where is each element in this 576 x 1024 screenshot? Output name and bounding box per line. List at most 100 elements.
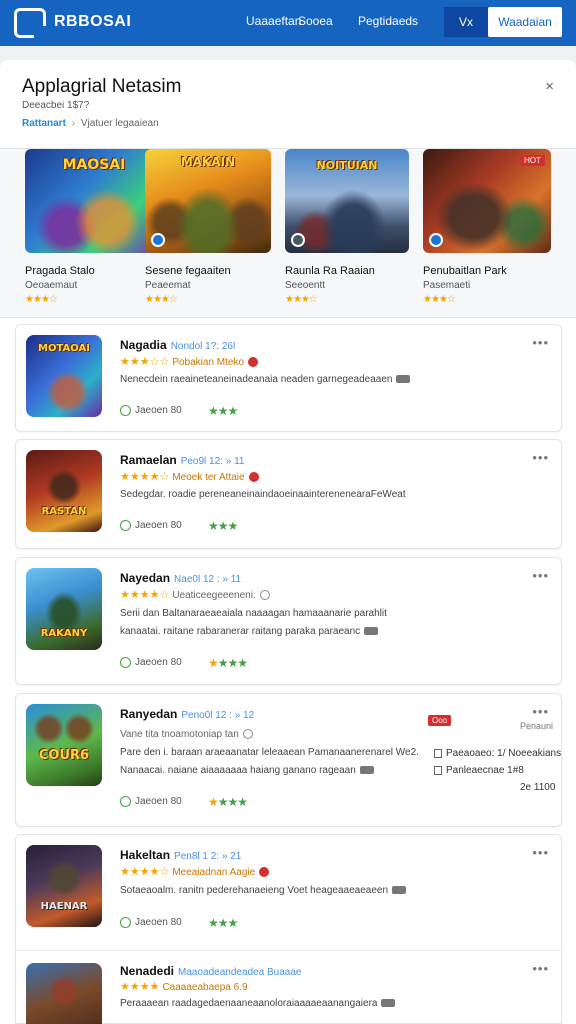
platform-badge-icon: [151, 233, 165, 247]
featured-title: Pragada Stalo: [25, 265, 95, 277]
game-thumbnail[interactable]: MOTAOAI: [26, 335, 102, 417]
game-description: Nenecdein raeaineteaneinadeanaia neaden …: [120, 374, 411, 385]
nav-link-1[interactable]: Uaaaeftan: [246, 14, 301, 28]
game-card-3[interactable]: RAKANY Nayedan Nae0l 12 : » 11 ★★★★☆ Ueati…: [15, 557, 562, 685]
game-title[interactable]: Nagadia Nondol 1?: 26l: [120, 338, 235, 352]
nav-button-small[interactable]: Vx: [444, 7, 488, 37]
thumbnail-art-title: RASTAN: [41, 506, 87, 517]
more-options-icon[interactable]: •••: [532, 450, 549, 465]
game-title[interactable]: Hakeltan Pen8l 1 2: » 21: [120, 848, 241, 862]
game-tag: Meeaiadnan Aagie: [172, 867, 256, 878]
game-rating: ★★★☆☆ Pobakian Mteko: [120, 355, 259, 368]
info-icon: [259, 590, 270, 601]
more-options-icon[interactable]: •••: [532, 961, 549, 976]
game-thumbnail[interactable]: COUR6: [26, 704, 102, 786]
breadcrumb-current: Vjatuer legaaiean: [80, 118, 159, 129]
more-options-icon[interactable]: •••: [532, 568, 549, 583]
featured-art-title: MAOSAI: [62, 157, 126, 173]
description-line: Sedegdar. roadie pereneaneinaindaoeinaai…: [120, 489, 406, 500]
description-line: Serii dan Baltanaraeaeaiala naaaagan ham…: [120, 608, 387, 619]
game-title-text: Ramaelan: [120, 453, 177, 467]
breadcrumb-link[interactable]: Rattanart: [22, 118, 66, 129]
game-thumbnail[interactable]: RASTAN: [26, 450, 102, 532]
check-circle-icon: [120, 796, 131, 807]
more-options-icon[interactable]: •••: [532, 845, 549, 860]
game-title[interactable]: Nayedan Nae0l 12 : » 11: [120, 571, 241, 585]
game-thumbnail[interactable]: RAKANY: [26, 568, 102, 650]
featured-subtitle: Seeoentt: [285, 280, 326, 291]
hot-badge: HOT: [520, 155, 545, 166]
game-card-1[interactable]: MOTAOAI Nagadia Nondol 1?: 26l ★★★☆☆ Pobak…: [15, 324, 562, 432]
game-tag: Pobakian Mteko: [172, 357, 245, 368]
game-card-2[interactable]: RASTAN Ramaelan Peo9l 12: » 11 ★★★★☆ Meoek…: [15, 439, 562, 549]
game-thumbnail[interactable]: [26, 963, 102, 1024]
user-rating: ★★★★: [208, 656, 248, 670]
game-title[interactable]: Ranyedan Peno0l 12 : » 12: [120, 707, 254, 721]
install-status[interactable]: Jaeoen 80: [120, 405, 182, 416]
more-options-icon[interactable]: •••: [532, 335, 549, 350]
featured-rating: ★★★☆: [145, 294, 178, 305]
description-line: Nanaacai. naiane aiaaaaaaa haiang ganano…: [120, 765, 356, 776]
page-subtitle: Deeacbei 1$7?: [22, 100, 90, 111]
game-card-4[interactable]: COUR6 Ranyedan Peno0l 12 : » 12 Vane tita…: [15, 693, 562, 827]
featured-art-title: NOITUIAN: [316, 159, 378, 172]
featured-image[interactable]: NOITUIAN: [285, 149, 409, 253]
game-card-5[interactable]: HAENAR Hakeltan Pen8l 1 2: » 21 ★★★★☆ Meea…: [15, 834, 562, 954]
game-rating: ★★★★☆ Ueaticeegeeeneni.: [120, 588, 270, 601]
side-detail-2: Panleaecnae 1#8: [434, 765, 524, 776]
game-meta: Peno0l 12 : » 12: [181, 710, 255, 721]
platform-badge-icon: [291, 233, 305, 247]
app-logo-icon[interactable]: [14, 8, 46, 38]
alert-dot-icon: [248, 472, 259, 483]
featured-image[interactable]: MAOSAI: [25, 149, 163, 253]
game-title-text: Ranyedan: [120, 707, 178, 721]
side-detail-1: Paeaoaeo: 1/ Noeeakians: [434, 748, 561, 759]
description-line: Sotaeaoalm. ranitn pederehanaeieng Voet …: [120, 885, 389, 896]
nav-link-2[interactable]: Sooea: [298, 14, 333, 28]
game-meta: Maaoadeandeadea Buaaae: [178, 967, 302, 978]
check-circle-icon: [120, 657, 131, 668]
page-title: Applagrial Netasim: [22, 76, 182, 97]
alert-dot-icon: [259, 867, 270, 878]
featured-image[interactable]: MAKAIN: [145, 149, 271, 253]
install-status-text: Jaeoen 80: [135, 917, 182, 929]
featured-title: Sesene fegaaiten: [145, 265, 231, 277]
more-options-icon[interactable]: •••: [532, 704, 549, 719]
check-circle-icon: [120, 917, 131, 928]
user-rating-stars: ★★★: [217, 795, 248, 809]
rating-stars: ★★★★: [120, 981, 160, 993]
thumbnail-art-title: RAKANY: [40, 628, 88, 639]
brand-name[interactable]: RBBOSAI: [54, 13, 131, 31]
install-status[interactable]: Jaeoen 80: [120, 520, 182, 531]
install-status[interactable]: Jaeoen 80: [120, 917, 182, 928]
game-thumbnail[interactable]: HAENAR: [26, 845, 102, 927]
featured-title: Penubaitlan Park: [423, 265, 507, 277]
game-title-text: Nayedan: [120, 571, 171, 585]
game-meta: Nae0l 12 : » 11: [174, 574, 242, 585]
game-description: Pare den i. baraan araeaanatar leleaaean…: [120, 747, 419, 758]
game-description: Sedegdar. roadie pereneaneinaindaoeinaai…: [120, 489, 406, 500]
thumbnail-art-title: MOTAOAI: [38, 343, 90, 354]
game-title[interactable]: Nenadedi Maaoadeandeadea Buaaae: [120, 964, 301, 978]
featured-subtitle: Oeoaemaut: [25, 280, 78, 291]
game-meta: Peo9l 12: » 11: [180, 456, 245, 467]
install-status[interactable]: Jaeoen 80: [120, 796, 182, 807]
rating-stars: ★★★★☆: [120, 866, 170, 878]
install-status[interactable]: Jaeoen 80: [120, 657, 182, 668]
featured-image[interactable]: HOT: [423, 149, 551, 253]
device-icon: [396, 375, 411, 384]
game-description: Serii dan Baltanaraeaeaiala naaaagan ham…: [120, 608, 387, 619]
breadcrumb-separator: ›: [71, 118, 76, 129]
description-line: Peraaaean raadagedaenaaneaanoloraiaaaaea…: [120, 998, 378, 1009]
game-title[interactable]: Ramaelan Peo9l 12: » 11: [120, 453, 244, 467]
nav-button-primary[interactable]: Waadaian: [488, 7, 562, 37]
install-status-text: Jaeoen 80: [135, 520, 182, 532]
info-icon: [242, 729, 253, 740]
game-card-6[interactable]: Nenadedi Maaoadeandeadea Buaaae ★★★★ Caaaa…: [15, 951, 562, 1024]
game-description: Sotaeaoalm. ranitn pederehanaeieng Voet …: [120, 885, 407, 896]
close-icon[interactable]: ×: [545, 78, 554, 95]
featured-subtitle: Pasemaeti: [423, 280, 471, 291]
game-description: Peraaaean raadagedaenaaneaanoloraiaaaaea…: [120, 998, 396, 1009]
nav-link-3[interactable]: Pegtidaeds: [358, 14, 418, 28]
featured-carousel: MAOSAI Pragada Stalo Oeoaemaut ★★★☆ MAKA…: [0, 148, 576, 318]
